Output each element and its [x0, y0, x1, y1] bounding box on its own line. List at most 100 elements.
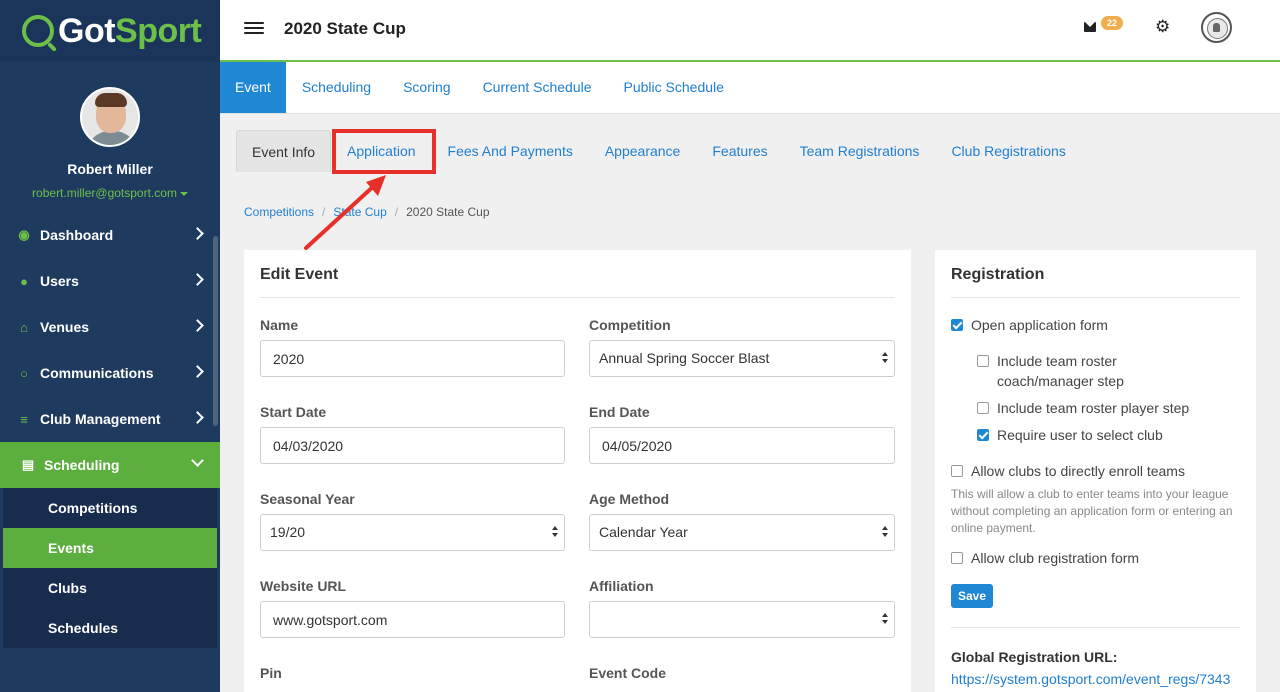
- sidebar-item-club-management[interactable]: ≡ Club Management: [0, 396, 220, 442]
- tab-scheduling[interactable]: Scheduling: [286, 62, 387, 113]
- select-arrows-icon: [882, 613, 888, 625]
- checkbox-unchecked-icon: [977, 355, 989, 367]
- website-url-label: Website URL: [260, 578, 347, 594]
- tab-team-registrations[interactable]: Team Registrations: [784, 130, 936, 172]
- start-date-input[interactable]: [260, 427, 565, 464]
- tab-current-schedule[interactable]: Current Schedule: [467, 62, 608, 113]
- sidebar-subitem-schedules[interactable]: Schedules: [3, 608, 217, 648]
- sidebar-item-scheduling[interactable]: ▤ Scheduling: [0, 442, 220, 488]
- list-icon: ≡: [20, 411, 28, 427]
- registration-card: Registration Open application form Inclu…: [935, 250, 1256, 692]
- allow-enroll-help-text: This will allow a club to enter teams in…: [951, 487, 1233, 535]
- open-application-form-checkbox[interactable]: Open application form: [951, 315, 1241, 335]
- age-method-select[interactable]: Calendar Year: [589, 514, 895, 551]
- allow-clubs-enroll-checkbox[interactable]: Allow clubs to directly enroll teams: [951, 461, 1241, 481]
- scheduling-submenu: Competitions Events Clubs Schedules: [3, 488, 217, 648]
- avatar[interactable]: [80, 87, 140, 147]
- end-date-input[interactable]: [589, 427, 895, 464]
- sidebar-subitem-events[interactable]: Events: [3, 528, 217, 568]
- event-sub-tabs: Event Info Application Fees And Payments…: [236, 130, 1082, 172]
- tab-fees-and-payments[interactable]: Fees And Payments: [432, 130, 589, 172]
- include-roster-coach-checkbox[interactable]: Include team roster coach/manager step: [977, 351, 1152, 391]
- user-email-dropdown[interactable]: robert.miller@gotsport.com: [0, 186, 220, 200]
- breadcrumb-competitions[interactable]: Competitions: [244, 205, 314, 219]
- chevron-right-icon: [191, 227, 204, 240]
- tab-appearance[interactable]: Appearance: [589, 130, 697, 172]
- tab-public-schedule[interactable]: Public Schedule: [608, 62, 740, 113]
- chevron-down-icon: [191, 454, 204, 467]
- seasonal-year-select[interactable]: 19/20: [260, 514, 565, 551]
- calendar-icon: ▤: [21, 457, 35, 472]
- registration-title: Registration: [951, 266, 1045, 283]
- checkbox-checked-icon: [977, 429, 989, 441]
- mail-count-badge[interactable]: 22: [1101, 16, 1124, 30]
- event-code-label: Event Code: [589, 665, 667, 681]
- sidebar-item-label: Venues: [40, 319, 90, 335]
- checkbox-label: Allow clubs to directly enroll teams: [971, 463, 1185, 479]
- checkbox-label: Include team roster coach/manager step: [997, 353, 1124, 389]
- chevron-right-icon: [191, 273, 204, 286]
- tab-club-registrations[interactable]: Club Registrations: [935, 130, 1081, 172]
- top-header: 2020 State Cup 22 ⚙: [220, 0, 1280, 62]
- require-select-club-checkbox[interactable]: Require user to select club: [977, 425, 1237, 445]
- tab-features[interactable]: Features: [696, 130, 783, 172]
- sidebar-item-label: Dashboard: [40, 227, 114, 243]
- checkbox-unchecked-icon: [951, 552, 963, 564]
- sidebar-subitem-competitions[interactable]: Competitions: [3, 488, 217, 528]
- checkbox-unchecked-icon: [951, 465, 963, 477]
- page-title: 2020 State Cup: [284, 19, 406, 38]
- tab-event[interactable]: Event: [220, 62, 286, 113]
- edit-event-title: Edit Event: [260, 266, 339, 283]
- user-email: robert.miller@gotsport.com: [32, 186, 177, 200]
- global-registration-url-link[interactable]: https://system.gotsport.com/event_regs/7…: [951, 671, 1230, 687]
- affiliation-select[interactable]: [589, 601, 895, 638]
- save-button[interactable]: Save: [951, 584, 994, 608]
- website-url-input[interactable]: [260, 601, 565, 638]
- include-roster-player-checkbox[interactable]: Include team roster player step: [977, 398, 1237, 418]
- allow-club-registration-checkbox[interactable]: Allow club registration form: [951, 548, 1241, 568]
- org-avatar[interactable]: [1201, 12, 1232, 43]
- mail-icon[interactable]: [1084, 22, 1096, 32]
- checkbox-label: Include team roster player step: [997, 400, 1190, 416]
- age-method-value: Calendar Year: [599, 524, 688, 540]
- sidebar-item-communications[interactable]: ○ Communications: [0, 350, 220, 396]
- chevron-right-icon: [191, 319, 204, 332]
- sidebar-nav: ◉ Dashboard ● Users ⌂ Venues ○ Communica…: [0, 212, 220, 648]
- competition-label: Competition: [589, 317, 671, 333]
- name-label: Name: [260, 317, 299, 333]
- chevron-right-icon: [191, 411, 204, 424]
- select-arrows-icon: [882, 526, 888, 538]
- logo-text-got: Got: [58, 11, 116, 50]
- sidebar: GotSport Robert Miller robert.miller@got…: [0, 0, 220, 692]
- user-name: Robert Miller: [67, 161, 153, 177]
- gear-icon[interactable]: ⚙: [1155, 17, 1170, 37]
- logo[interactable]: GotSport: [0, 0, 220, 62]
- sidebar-item-dashboard[interactable]: ◉ Dashboard: [0, 212, 220, 258]
- dashboard-icon: ◉: [18, 227, 30, 242]
- competition-select[interactable]: Annual Spring Soccer Blast: [589, 340, 895, 377]
- checkbox-label: Open application form: [971, 317, 1108, 333]
- name-input[interactable]: [260, 340, 565, 377]
- select-arrows-icon: [882, 352, 888, 364]
- select-arrows-icon: [552, 526, 558, 538]
- tab-scoring[interactable]: Scoring: [387, 62, 466, 113]
- users-icon: ●: [20, 273, 28, 289]
- checkbox-label: Require user to select club: [997, 427, 1163, 443]
- tab-event-info[interactable]: Event Info: [236, 130, 332, 172]
- tab-application[interactable]: Application: [331, 130, 432, 172]
- breadcrumb-state-cup[interactable]: State Cup: [333, 205, 386, 219]
- main-tabs: Event Scheduling Scoring Current Schedul…: [220, 62, 1280, 114]
- sidebar-item-venues[interactable]: ⌂ Venues: [0, 304, 220, 350]
- start-date-label: Start Date: [260, 404, 327, 420]
- sidebar-item-users[interactable]: ● Users: [0, 258, 220, 304]
- caret-down-icon: [179, 191, 188, 196]
- edit-event-card: Edit Event Name Competition Annual Sprin…: [244, 250, 911, 692]
- seasonal-year-label: Seasonal Year: [260, 491, 355, 507]
- age-method-label: Age Method: [589, 491, 670, 507]
- gotsport-logo-icon: [22, 15, 54, 47]
- hamburger-menu-icon[interactable]: [244, 22, 264, 36]
- sidebar-subitem-clubs[interactable]: Clubs: [3, 568, 217, 608]
- checkbox-checked-icon: [951, 319, 963, 331]
- checkbox-label: Allow club registration form: [971, 550, 1140, 566]
- sidebar-scrollbar[interactable]: [213, 236, 218, 426]
